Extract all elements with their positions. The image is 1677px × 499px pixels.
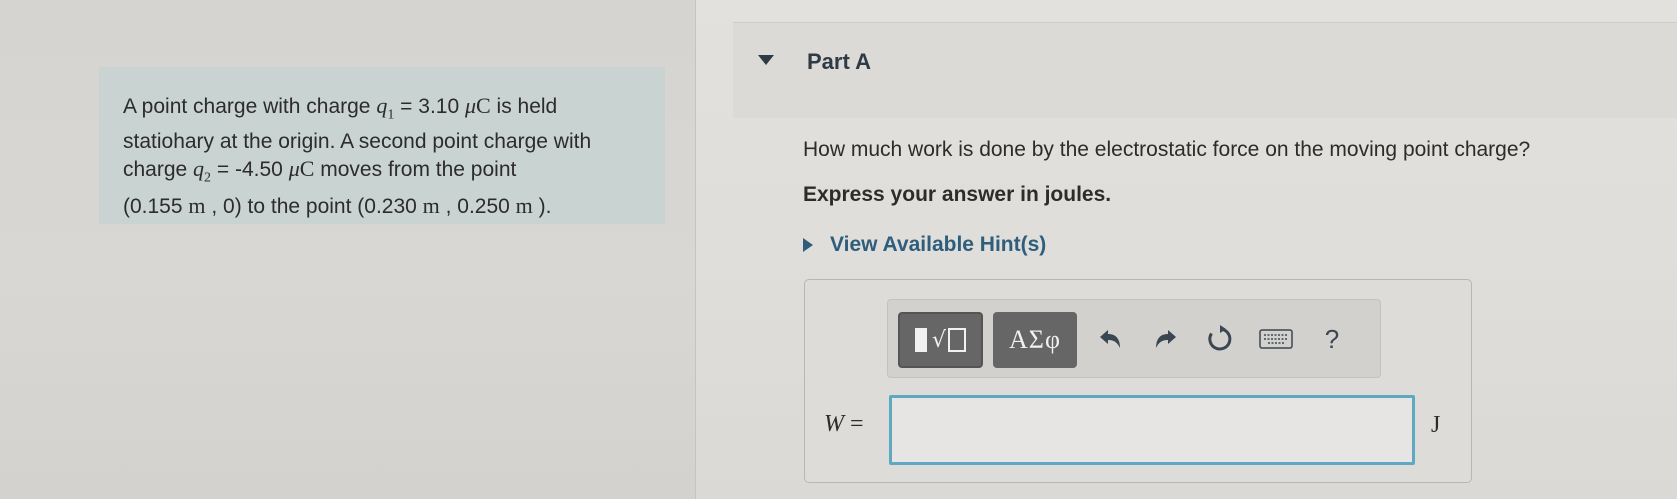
answer-instruction: Express your answer in joules.	[803, 183, 1112, 206]
problem-line-1: A point charge with charge q1 = 3.10 μC …	[123, 93, 558, 123]
hints-label[interactable]: View Available Hint(s)	[830, 233, 1046, 257]
answer-panel: √ ΑΣφ ? W = J	[804, 279, 1472, 483]
undo-icon[interactable]	[1090, 318, 1130, 360]
answer-unit-label: J	[1431, 412, 1441, 438]
keyboard-icon[interactable]	[1256, 318, 1296, 360]
problem-line-3: charge q2 = -4.50 μC moves from the poin…	[123, 156, 517, 186]
coulomb-unit: C	[299, 156, 315, 182]
caret-right-icon	[803, 238, 813, 252]
problem-line-4: (0.155 m , 0) to the point (0.230 m , 0.…	[123, 192, 552, 218]
coulomb-unit: C	[476, 93, 491, 118]
meter-unit: m	[422, 192, 440, 218]
view-hints-link[interactable]: View Available Hint(s)	[803, 233, 1046, 257]
radical-icon: √	[931, 327, 947, 353]
help-button[interactable]: ?	[1312, 318, 1352, 360]
part-a-header[interactable]: Part A	[733, 22, 1677, 118]
micro-symbol: μ	[464, 93, 477, 118]
cursor-block-icon	[914, 328, 927, 352]
q1-symbol: q1	[376, 93, 395, 123]
greek-symbols-button[interactable]: ΑΣφ	[993, 312, 1077, 368]
reset-icon[interactable]	[1200, 318, 1240, 360]
part-title[interactable]: Part A	[807, 49, 871, 75]
templates-button[interactable]: √	[898, 312, 983, 368]
question-text: How much work is done by the electrostat…	[803, 138, 1531, 161]
math-toolbar: √ ΑΣφ ?	[887, 299, 1381, 378]
caret-down-icon[interactable]	[758, 55, 774, 65]
placeholder-box-icon	[948, 328, 967, 352]
q2-symbol: q2	[193, 156, 212, 186]
meter-unit: m	[188, 192, 206, 218]
answer-input[interactable]	[889, 395, 1415, 465]
problem-line-2: statiohary at the origin. A second point…	[123, 130, 592, 154]
answer-variable-label: W =	[824, 411, 864, 437]
problem-statement: A point charge with charge q1 = 3.10 μC …	[99, 67, 665, 224]
meter-unit: m	[515, 192, 533, 218]
micro-symbol: μ	[288, 156, 300, 182]
redo-icon[interactable]	[1146, 318, 1186, 360]
